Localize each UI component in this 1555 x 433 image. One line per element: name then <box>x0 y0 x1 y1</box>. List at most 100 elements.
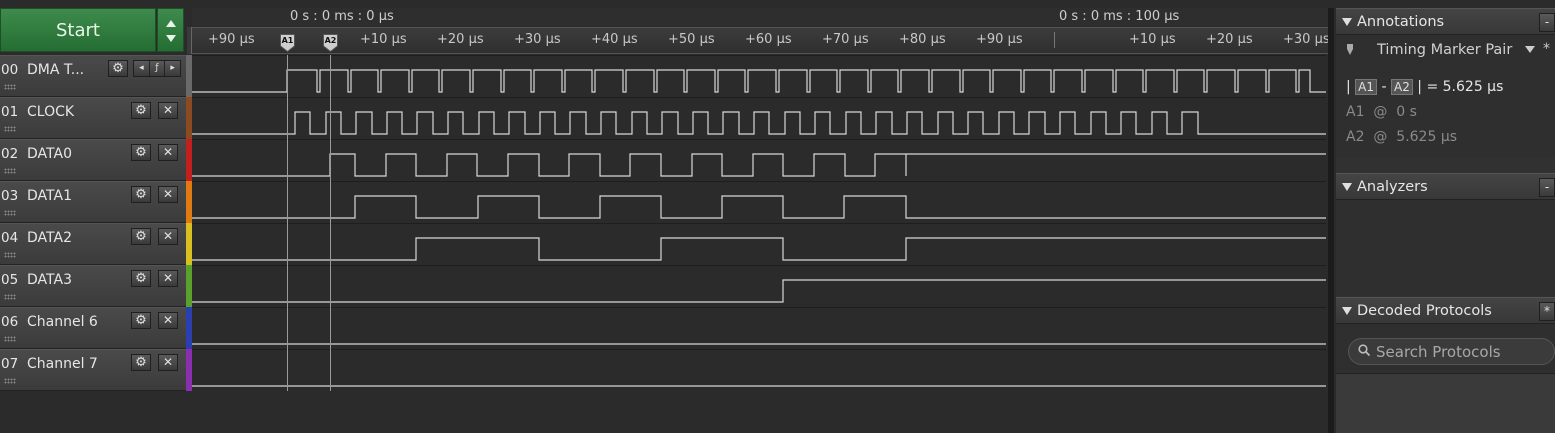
side-panel: Annotations - Timing Marker Pair * | A1 … <box>1336 8 1555 433</box>
channel-row-06[interactable]: 06 Channel 6 ⚙ ✕ <box>0 307 186 349</box>
gear-icon[interactable]: ⚙ <box>131 228 151 245</box>
channel-name[interactable]: Channel 7 <box>27 356 98 372</box>
channel-row-05[interactable]: 05 DATA3 ⚙ ✕ <box>0 265 186 307</box>
close-icon[interactable]: ✕ <box>158 144 178 161</box>
a2-value: 5.625 μs <box>1396 129 1458 145</box>
close-icon[interactable]: ✕ <box>158 312 178 329</box>
trigger-prev-icon[interactable]: ◂ <box>134 61 150 76</box>
channel-name[interactable]: CLOCK <box>27 104 74 120</box>
gear-icon[interactable]: ⚙ <box>131 354 151 371</box>
at-sign: @ <box>1373 129 1388 145</box>
channel-name[interactable]: DATA1 <box>27 188 72 204</box>
section-title: Decoded Protocols <box>1357 303 1492 319</box>
marker-pair-label: Timing Marker Pair <box>1377 42 1513 58</box>
channel-number: 03 <box>1 188 19 204</box>
delta-sep: - <box>1381 79 1387 95</box>
close-icon[interactable]: ✕ <box>158 228 178 245</box>
star-icon[interactable]: * <box>1543 41 1550 57</box>
minus-icon[interactable]: - <box>1539 178 1555 197</box>
tick-label: +30 μs <box>1283 32 1330 47</box>
start-button[interactable]: Start <box>0 8 156 52</box>
channel-row-00[interactable]: 00 DMA T... ⚙ ◂ ƒ ▸ <box>0 55 186 97</box>
minus-icon[interactable]: - <box>1539 13 1555 32</box>
drag-grip-icon[interactable] <box>4 84 16 90</box>
search-protocols-input[interactable] <box>1376 342 1551 362</box>
channel-number: 05 <box>1 272 19 288</box>
channel-row-02[interactable]: 02 DATA0 ⚙ ✕ <box>0 139 186 181</box>
channel-number: 02 <box>1 146 19 162</box>
marker-tag: A2 <box>1390 79 1413 95</box>
delta-prefix: | <box>1346 79 1351 95</box>
timing-marker-a1[interactable]: A1 <box>280 34 295 52</box>
trigger-edge-icon[interactable]: ƒ <box>150 61 166 76</box>
drag-grip-icon[interactable] <box>4 378 16 384</box>
channel-name[interactable]: DATA3 <box>27 272 72 288</box>
channel-row-01[interactable]: 01 CLOCK ⚙ ✕ <box>0 97 186 139</box>
absolute-time-label: 0 s : 0 ms : 100 μs <box>1059 9 1180 24</box>
tick-label: +10 μs <box>360 32 407 47</box>
channel-name[interactable]: Channel 6 <box>27 314 98 330</box>
channel-row-03[interactable]: 03 DATA1 ⚙ ✕ <box>0 181 186 223</box>
channel-number: 07 <box>1 356 19 372</box>
a2-label: A2 <box>1346 129 1365 145</box>
annotations-header[interactable]: Annotations - <box>1336 8 1555 35</box>
arrow-down-icon <box>166 35 176 42</box>
trigger-controls[interactable]: ◂ ƒ ▸ <box>133 60 181 77</box>
gear-icon[interactable]: ⚙ <box>131 144 151 161</box>
a1-label: A1 <box>1346 104 1365 120</box>
drag-grip-icon[interactable] <box>4 168 16 174</box>
collapse-triangle-icon[interactable] <box>1342 18 1352 26</box>
panel-splitter[interactable] <box>1328 8 1334 433</box>
close-icon[interactable]: ✕ <box>158 354 178 371</box>
pin-icon <box>1346 44 1354 59</box>
search-protocols-box[interactable] <box>1348 338 1555 365</box>
close-icon[interactable]: ✕ <box>158 186 178 203</box>
waveform-dma-trigger <box>192 69 1326 93</box>
close-icon[interactable]: ✕ <box>158 270 178 287</box>
channel-row-07[interactable]: 07 Channel 7 ⚙ ✕ <box>0 349 186 391</box>
gear-icon[interactable]: ⚙ <box>131 312 151 329</box>
analyzers-body <box>1336 200 1555 296</box>
marker-label: A2 <box>324 36 337 45</box>
channel-name[interactable]: DMA T... <box>27 62 84 78</box>
a1-value: 0 s <box>1396 104 1417 120</box>
a2-position: A2 @ 5.625 μs <box>1346 129 1457 145</box>
analyzers-header[interactable]: Analyzers - <box>1336 173 1555 200</box>
gear-icon[interactable]: ⚙ <box>131 270 151 287</box>
waveform-clock <box>192 111 1326 135</box>
collapse-triangle-icon[interactable] <box>1342 183 1352 191</box>
waveform-canvas[interactable] <box>192 55 1326 391</box>
tick-label: +60 μs <box>745 32 792 47</box>
protocols-list <box>1336 373 1555 433</box>
channel-number: 00 <box>1 62 19 78</box>
drag-grip-icon[interactable] <box>4 252 16 258</box>
decoded-protocols-header[interactable]: Decoded Protocols * <box>1336 297 1555 324</box>
close-icon[interactable]: ✕ <box>158 102 178 119</box>
at-sign: @ <box>1373 104 1388 120</box>
tick-label: +40 μs <box>591 32 638 47</box>
channel-name[interactable]: DATA2 <box>27 230 72 246</box>
drag-grip-icon[interactable] <box>4 336 16 342</box>
gear-icon[interactable]: ⚙ <box>131 186 151 203</box>
a1-position: A1 @ 0 s <box>1346 104 1417 120</box>
dropdown-icon[interactable] <box>1525 46 1535 53</box>
star-icon[interactable]: * <box>1539 302 1555 321</box>
drag-grip-icon[interactable] <box>4 210 16 216</box>
channel-name[interactable]: DATA0 <box>27 146 72 162</box>
channel-panel: Start 00 DMA T... ⚙ ◂ ƒ ▸ 01 CLOCK ⚙ ✕ 0… <box>0 0 186 433</box>
time-ruler[interactable]: +90 μs +10 μs +20 μs +30 μs +40 μs +50 μ… <box>192 27 1330 54</box>
waveform-area[interactable] <box>192 55 1326 391</box>
gear-icon[interactable]: ⚙ <box>108 60 128 77</box>
gear-icon[interactable]: ⚙ <box>131 102 151 119</box>
annotations-body: Timing Marker Pair * | A1 - A2 | = 5.625… <box>1336 35 1555 157</box>
drag-grip-icon[interactable] <box>4 294 16 300</box>
marker-label: A1 <box>281 36 294 45</box>
timing-marker-a2[interactable]: A2 <box>323 34 338 52</box>
marker-pair-row[interactable]: Timing Marker Pair * <box>1336 38 1555 64</box>
channel-row-04[interactable]: 04 DATA2 ⚙ ✕ <box>0 223 186 265</box>
drag-grip-icon[interactable] <box>4 126 16 132</box>
collapse-triangle-icon[interactable] <box>1342 307 1352 315</box>
start-options-button[interactable] <box>157 8 184 52</box>
channel-number: 04 <box>1 230 19 246</box>
trigger-next-icon[interactable]: ▸ <box>165 61 180 76</box>
